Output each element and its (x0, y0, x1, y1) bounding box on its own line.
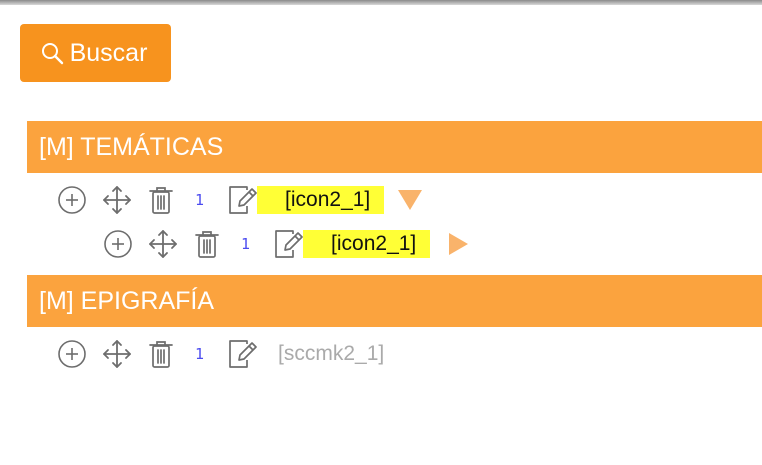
item-label[interactable]: [sccmk2_1] (278, 342, 384, 366)
section-header-tematicas[interactable]: [M] TEMÁTICAS (27, 121, 762, 173)
trash-icon[interactable] (194, 229, 220, 259)
item-count: 1 (195, 191, 205, 209)
trash-icon[interactable] (148, 185, 174, 215)
add-circle-icon[interactable] (57, 339, 87, 369)
move-icon[interactable] (100, 183, 134, 217)
item-count: 1 (241, 235, 251, 253)
edit-icon[interactable] (227, 338, 257, 370)
item-label[interactable]: [icon2_1] (303, 230, 431, 258)
item-label[interactable]: [icon2_1] (257, 186, 385, 214)
item-count: 1 (195, 345, 205, 363)
tree-row: 1 [icon2_1] (103, 224, 469, 264)
search-button-label: Buscar (69, 38, 148, 67)
trash-icon[interactable] (148, 339, 174, 369)
collapse-triangle-icon[interactable] (449, 233, 469, 255)
move-icon[interactable] (100, 337, 134, 371)
tree-row: 1 [sccmk2_1] (57, 334, 384, 374)
search-icon (40, 41, 70, 65)
search-button[interactable]: Buscar (20, 24, 171, 82)
section-title: [M] EPIGRAFÍA (39, 286, 215, 315)
section-header-epigrafia[interactable]: [M] EPIGRAFÍA (27, 275, 762, 327)
top-divider (0, 0, 762, 5)
edit-icon[interactable] (227, 184, 257, 216)
tree-row: 1 [icon2_1] (57, 180, 423, 220)
edit-icon[interactable] (273, 228, 303, 260)
move-icon[interactable] (146, 227, 180, 261)
add-circle-icon[interactable] (57, 185, 87, 215)
section-title: [M] TEMÁTICAS (39, 132, 224, 161)
add-circle-icon[interactable] (103, 229, 133, 259)
expand-triangle-icon[interactable] (398, 190, 423, 210)
